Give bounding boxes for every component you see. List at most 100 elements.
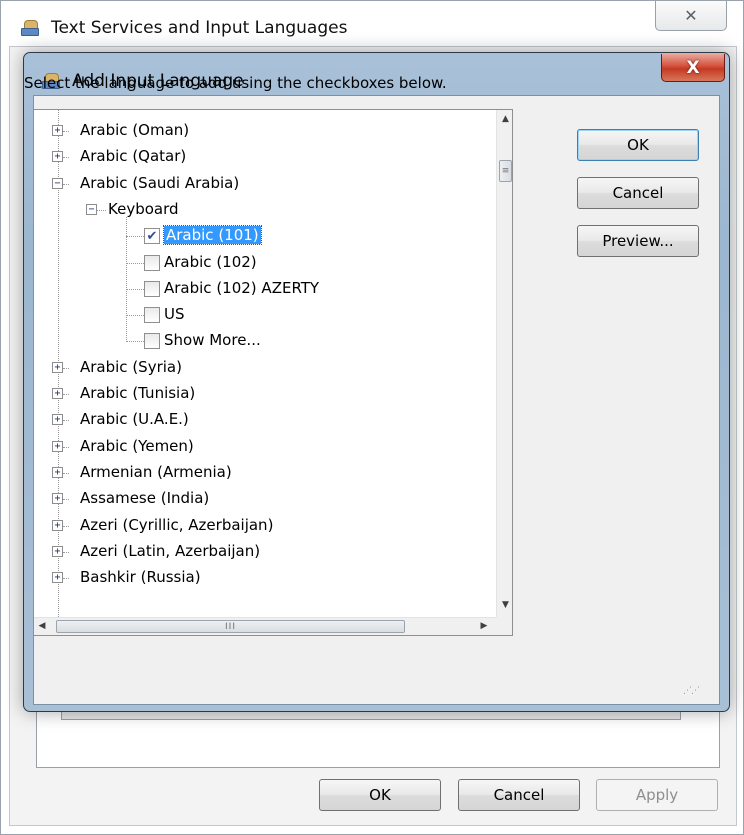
expand-icon[interactable]: + (52, 493, 63, 505)
language-node[interactable]: + Bashkir (Russia) (34, 565, 494, 591)
tree-connector (63, 525, 69, 527)
keyboard-layout-item[interactable]: Arabic (102) AZERTY (34, 276, 494, 302)
outer-apply-label: Apply (635, 786, 679, 804)
tree-item-label: Arabic (Yemen) (80, 436, 194, 455)
expand-icon[interactable]: + (52, 151, 63, 163)
expand-icon[interactable]: + (52, 388, 63, 399)
language-node[interactable]: + Arabic (Qatar) (34, 144, 494, 170)
language-node[interactable]: + Arabic (Oman) (34, 118, 494, 144)
language-node[interactable]: + Arabic (U.A.E.) (34, 407, 494, 433)
dialog-cancel-label: Cancel (612, 184, 664, 202)
language-node[interactable]: + Assamese (India) (34, 486, 494, 512)
expand-icon[interactable]: + (52, 572, 63, 584)
tree-item-label: Armenian (Armenia) (80, 462, 232, 481)
tree-connector (63, 367, 69, 369)
vertical-scroll-thumb[interactable]: ≡ (499, 160, 512, 182)
tree-connector (97, 209, 106, 211)
tree-item-label: Azeri (Cyrillic, Azerbaijan) (80, 515, 274, 534)
tree-connector (63, 183, 69, 185)
expand-icon[interactable]: + (52, 519, 63, 531)
tree-item-label: Arabic (Tunisia) (80, 384, 196, 402)
scroll-down-arrow-icon[interactable]: ▼ (497, 600, 512, 610)
language-node[interactable]: + Azeri (Cyrillic, Azerbaijan) (34, 513, 494, 539)
tree-connector (63, 551, 69, 553)
dialog-instruction: Select the language to add using the che… (24, 74, 447, 92)
outer-close-button[interactable]: ✕ (655, 1, 727, 31)
tree-item-label: Arabic (U.A.E.) (80, 410, 189, 429)
horizontal-scroll-thumb[interactable]: III (56, 620, 405, 633)
layout-checkbox[interactable] (144, 307, 160, 324)
tree-connector (126, 262, 144, 264)
outer-title-bar: Text Services and Input Languages (19, 13, 347, 43)
language-node[interactable]: + Arabic (Syria) (34, 355, 494, 381)
tree-item-label: Show More... (164, 331, 261, 350)
keyboard-layout-item[interactable]: Arabic (102) (34, 250, 494, 276)
tree-item-label: Keyboard (108, 199, 179, 218)
expand-icon[interactable]: + (52, 361, 63, 373)
tree-item-label: Arabic (Syria) (80, 357, 182, 376)
scroll-left-arrow-icon[interactable]: ◀ (36, 621, 48, 631)
collapse-icon[interactable]: − (86, 203, 97, 215)
language-node[interactable]: + Arabic (Tunisia) (34, 381, 494, 407)
preview-label: Preview... (602, 232, 674, 250)
scroll-up-arrow-icon[interactable]: ▲ (497, 114, 512, 124)
outer-ok-button[interactable]: OK (319, 779, 441, 811)
outer-cancel-button[interactable]: Cancel (458, 779, 580, 811)
scroll-right-arrow-icon[interactable]: ▶ (478, 621, 490, 631)
tree-connector (63, 446, 69, 448)
tree-item-label: Assamese (India) (80, 489, 210, 508)
layout-checkbox[interactable]: ✔ (144, 228, 160, 245)
layout-checkbox[interactable] (144, 254, 160, 271)
tree-connector (126, 341, 144, 343)
grip-icon: ≡ (501, 166, 510, 176)
layout-checkbox[interactable] (144, 333, 160, 350)
keyboard-layout-item[interactable]: US (34, 302, 494, 328)
tree-item-label: Arabic (102) AZERTY (164, 278, 320, 297)
language-tree[interactable]: + Arabic (Oman) + Arabic (Qatar) − Arabic (Sa… (33, 109, 513, 636)
keyboard-layout-item[interactable]: Show More... (34, 328, 494, 354)
keyboard-group-node[interactable]: − Keyboard (34, 197, 494, 223)
horizontal-scrollbar[interactable]: ◀ III ▶ (34, 617, 496, 635)
resize-grip-icon[interactable]: ⋰⋰ (683, 686, 700, 696)
tree-item-label: Arabic (Qatar) (80, 147, 187, 166)
tree-connector (126, 236, 144, 238)
expand-icon[interactable]: + (52, 466, 63, 478)
language-node[interactable]: − Arabic (Saudi Arabia) (34, 171, 494, 197)
tree-item-label: US (164, 305, 185, 324)
tree-item-label: Arabic (101) (163, 225, 262, 246)
layout-checkbox[interactable] (144, 280, 160, 297)
dialog-close-button[interactable]: X (661, 54, 725, 82)
dialog-ok-label: OK (627, 136, 649, 154)
expand-icon[interactable]: + (52, 545, 63, 557)
tree-connector (63, 499, 69, 501)
preview-button[interactable]: Preview... (577, 225, 699, 257)
dialog-cancel-button[interactable]: Cancel (577, 177, 699, 209)
tree-item-label: Arabic (Oman) (80, 121, 190, 139)
tree-connector (63, 131, 69, 132)
language-node[interactable]: + Armenian (Armenia) (34, 460, 494, 486)
language-node[interactable]: + Azeri (Latin, Azerbaijan) (34, 539, 494, 565)
keyboard-globe-icon (19, 19, 41, 37)
collapse-icon[interactable]: − (52, 177, 63, 189)
tree-rows: + Arabic (Oman) + Arabic (Qatar) − Arabic (Sa… (34, 110, 496, 617)
outer-cancel-label: Cancel (493, 786, 545, 804)
scrollbar-corner (496, 617, 512, 635)
tree-connector (63, 157, 69, 159)
tree-connector (126, 288, 144, 290)
dialog-ok-button[interactable]: OK (577, 129, 699, 161)
tree-item-label: Arabic (Saudi Arabia) (80, 173, 240, 192)
expand-icon[interactable]: + (52, 125, 63, 136)
close-icon: X (686, 57, 700, 78)
outer-ok-label: OK (369, 786, 391, 804)
tree-connector (63, 420, 69, 422)
outer-apply-button[interactable]: Apply (596, 779, 718, 811)
tree-item-label: Azeri (Latin, Azerbaijan) (80, 541, 261, 560)
expand-icon[interactable]: + (52, 440, 63, 452)
tree-connector (63, 578, 69, 580)
tree-item-label: Arabic (102) (164, 252, 257, 271)
language-node[interactable]: + Arabic (Yemen) (34, 434, 494, 460)
vertical-scrollbar[interactable]: ▲ ≡ ▼ (496, 110, 512, 617)
expand-icon[interactable]: + (52, 414, 63, 426)
keyboard-layout-item[interactable]: ✔ Arabic (101) (34, 223, 494, 249)
grip-icon: III (225, 621, 236, 632)
